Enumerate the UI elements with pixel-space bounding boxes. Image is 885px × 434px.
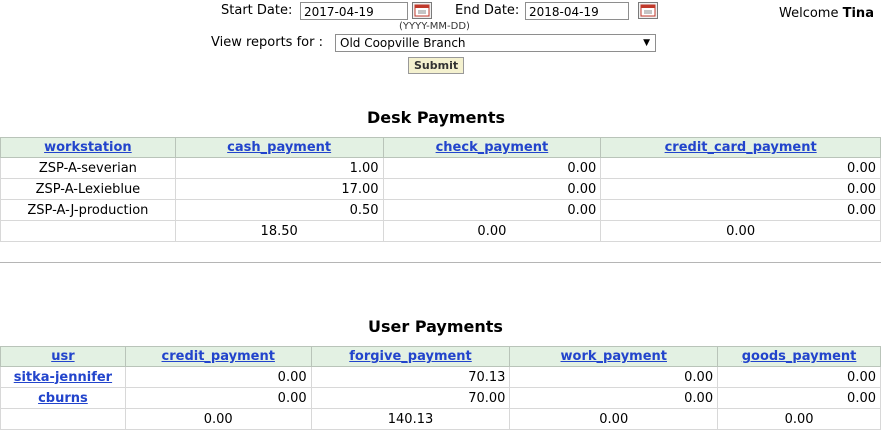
column-header-cash-payment[interactable]: cash_payment: [174, 137, 384, 158]
cash-total: 18.50: [174, 220, 384, 242]
column-header-usr[interactable]: usr: [0, 346, 126, 367]
user-payments-title: User Payments: [368, 317, 503, 336]
end-date-label: End Date:: [455, 3, 520, 18]
credit-cell: 0.00: [124, 387, 312, 409]
credit-card-cell: 0.00: [600, 178, 881, 200]
check-total: 0.00: [382, 220, 602, 242]
calendar-icon[interactable]: [412, 2, 432, 19]
table-header-row: usr credit_payment forgive_payment work_…: [0, 346, 881, 367]
chevron-down-icon: ▼: [643, 38, 650, 48]
date-format-hint: (YYYY-MM-DD): [399, 21, 470, 32]
totals-label-cell: [0, 220, 176, 242]
table-row: sitka-jennifer 0.00 70.13 0.00 0.00: [0, 366, 881, 388]
branch-select[interactable]: Old Coopville Branch ▼: [335, 34, 656, 52]
credit-card-cell: 0.00: [600, 157, 881, 179]
column-header-credit-card-payment[interactable]: credit_card_payment: [600, 137, 881, 158]
goods-cell: 0.00: [717, 366, 881, 388]
forgive-cell: 70.00: [310, 387, 511, 409]
forgive-total: 140.13: [310, 408, 511, 430]
welcome-message: Welcome Tina: [779, 6, 874, 21]
check-cell: 0.00: [382, 199, 602, 221]
credit-card-total: 0.00: [600, 220, 881, 242]
welcome-prefix: Welcome: [779, 6, 839, 21]
workstation-cell: ZSP-A-Lexieblue: [0, 178, 176, 200]
submit-button[interactable]: Submit: [408, 57, 465, 74]
work-cell: 0.00: [509, 366, 719, 388]
workstation-cell: ZSP-A-J-production: [0, 199, 176, 221]
table-row: cburns 0.00 70.00 0.00 0.00: [0, 387, 881, 409]
goods-total: 0.00: [717, 408, 881, 430]
column-header-forgive-payment[interactable]: forgive_payment: [310, 346, 511, 367]
table-header-row: workstation cash_payment check_payment c…: [0, 137, 881, 158]
credit-total: 0.00: [124, 408, 312, 430]
totals-label-cell: [0, 408, 126, 430]
column-header-check-payment[interactable]: check_payment: [382, 137, 602, 158]
user-link[interactable]: cburns: [38, 391, 88, 406]
branch-selected-value: Old Coopville Branch: [340, 36, 466, 50]
start-date-label: Start Date:: [221, 3, 293, 18]
totals-row: 0.00 140.13 0.00 0.00: [0, 408, 881, 430]
work-cell: 0.00: [509, 387, 719, 409]
column-header-goods-payment[interactable]: goods_payment: [717, 346, 881, 367]
totals-row: 18.50 0.00 0.00: [0, 220, 881, 242]
end-date-input[interactable]: 2018-04-19: [525, 2, 629, 20]
user-cell: sitka-jennifer: [0, 366, 126, 388]
cash-cell: 0.50: [174, 199, 384, 221]
desk-payments-table: workstation cash_payment check_payment c…: [0, 137, 881, 242]
check-cell: 0.00: [382, 178, 602, 200]
section-divider: [0, 262, 881, 263]
forgive-cell: 70.13: [310, 366, 511, 388]
credit-card-cell: 0.00: [600, 199, 881, 221]
view-reports-label: View reports for :: [211, 35, 323, 50]
start-date-input[interactable]: 2017-04-19: [300, 2, 408, 20]
column-header-work-payment[interactable]: work_payment: [509, 346, 719, 367]
check-cell: 0.00: [382, 157, 602, 179]
goods-cell: 0.00: [717, 387, 881, 409]
column-header-credit-payment[interactable]: credit_payment: [124, 346, 312, 367]
cash-cell: 1.00: [174, 157, 384, 179]
work-total: 0.00: [509, 408, 719, 430]
user-link[interactable]: sitka-jennifer: [14, 370, 112, 385]
table-row: ZSP-A-Lexieblue 17.00 0.00 0.00: [0, 178, 881, 200]
column-header-workstation[interactable]: workstation: [0, 137, 176, 158]
welcome-user: Tina: [842, 6, 874, 21]
user-cell: cburns: [0, 387, 126, 409]
table-row: ZSP-A-J-production 0.50 0.00 0.00: [0, 199, 881, 221]
table-row: ZSP-A-severian 1.00 0.00 0.00: [0, 157, 881, 179]
user-payments-table: usr credit_payment forgive_payment work_…: [0, 346, 881, 430]
cash-cell: 17.00: [174, 178, 384, 200]
calendar-icon[interactable]: [638, 2, 658, 19]
workstation-cell: ZSP-A-severian: [0, 157, 176, 179]
desk-payments-title: Desk Payments: [367, 108, 505, 127]
credit-cell: 0.00: [124, 366, 312, 388]
